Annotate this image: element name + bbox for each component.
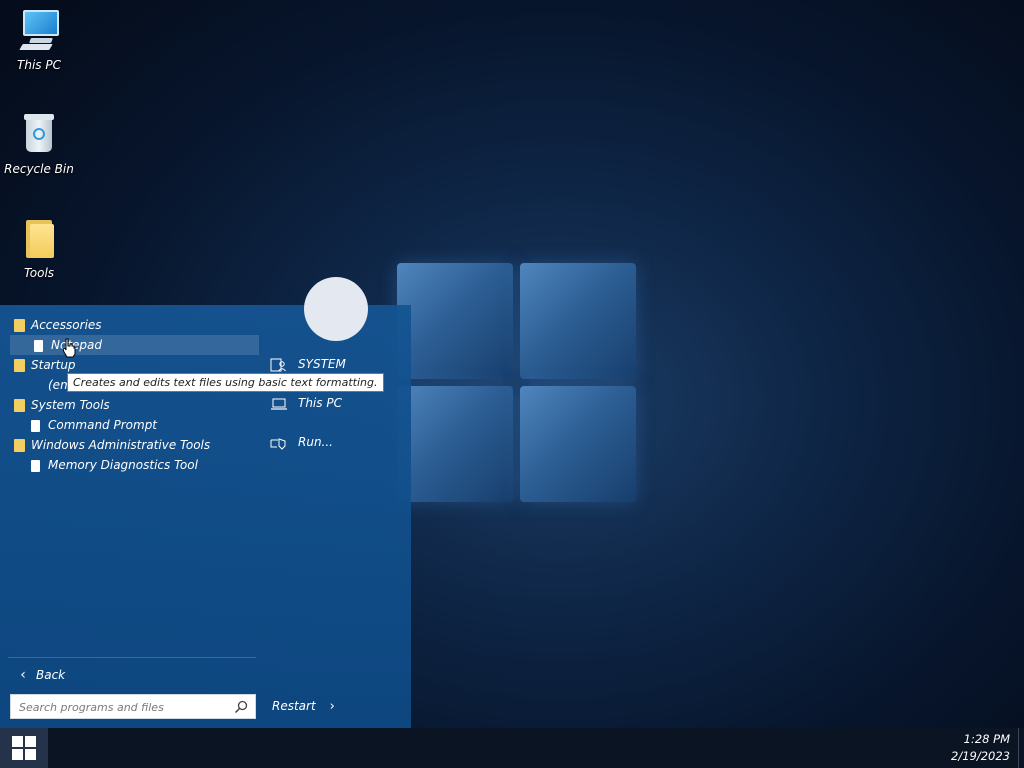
wallpaper-pane-top-left	[397, 263, 513, 379]
start-button[interactable]	[0, 728, 48, 768]
wallpaper-pane-bottom-right	[520, 386, 636, 502]
desktop-icon-recycle-bin[interactable]: Recycle Bin	[1, 112, 77, 176]
folder-icon	[14, 359, 25, 372]
chevron-left-icon: ‹	[20, 667, 26, 683]
program-label: Command Prompt	[48, 418, 158, 432]
back-button[interactable]: ‹ Back	[10, 664, 256, 686]
back-label: Back	[36, 668, 66, 682]
folder-icon	[14, 439, 25, 452]
clock-time: 1:28 PM	[963, 732, 1010, 746]
program-label: Memory Diagnostics Tool	[48, 458, 198, 472]
search-box[interactable]	[10, 694, 256, 719]
user-folder-icon	[270, 358, 286, 371]
hand-cursor-icon	[62, 338, 76, 358]
desktop-icon-this-pc[interactable]: This PC	[1, 8, 77, 72]
run-icon	[270, 437, 286, 450]
search-input[interactable]	[17, 697, 235, 718]
wallpaper-windows-logo	[397, 263, 637, 503]
file-icon	[31, 419, 40, 432]
file-icon	[31, 459, 40, 472]
start-menu-right-column: SYSTEM This PC Run... Restart ›	[262, 277, 411, 729]
right-item-this-pc[interactable]: This PC	[270, 392, 342, 414]
chevron-right-icon[interactable]: ›	[330, 699, 335, 714]
desktop-icon-label: This PC	[17, 58, 61, 72]
program-label: Windows Administrative Tools	[31, 438, 211, 452]
program-label: Accessories	[31, 318, 102, 332]
show-desktop-button[interactable]	[1018, 728, 1024, 768]
program-label: System Tools	[31, 398, 110, 412]
restart-button[interactable]: Restart ›	[272, 695, 335, 717]
right-item-label: This PC	[298, 396, 342, 410]
programs-list: Accessories Notepad Startup (empty) Syst…	[0, 305, 260, 655]
program-folder-accessories[interactable]: Accessories	[14, 315, 102, 335]
folder-icon	[14, 399, 25, 412]
menu-divider	[8, 657, 256, 658]
right-item-label: SYSTEM	[298, 357, 346, 371]
right-item-system[interactable]: SYSTEM	[270, 353, 346, 375]
wallpaper-pane-top-right	[520, 263, 636, 379]
laptop-icon	[271, 398, 287, 410]
windows-logo-icon	[12, 736, 36, 760]
recycle-bin-icon	[16, 112, 62, 158]
tooltip: Creates and edits text files using basic…	[67, 373, 384, 392]
program-label: Startup	[31, 358, 76, 372]
program-item-notepad[interactable]: Notepad	[10, 335, 259, 355]
folder-icon	[14, 319, 25, 332]
right-item-label: Run...	[298, 435, 333, 449]
folder-icon	[16, 216, 62, 262]
program-item-command-prompt[interactable]: Command Prompt	[31, 415, 157, 435]
taskbar-clock[interactable]: 1:28 PM 2/19/2023	[951, 731, 1010, 765]
right-item-run[interactable]: Run...	[270, 431, 333, 453]
restart-label: Restart	[272, 699, 316, 713]
program-folder-windows-administrative-tools[interactable]: Windows Administrative Tools	[14, 435, 210, 455]
computer-icon	[16, 8, 62, 54]
avatar[interactable]	[304, 277, 368, 341]
wallpaper-pane-bottom-left	[397, 386, 513, 502]
program-folder-system-tools[interactable]: System Tools	[14, 395, 110, 415]
program-label: Notepad	[51, 338, 102, 352]
clock-date: 2/19/2023	[951, 749, 1010, 763]
taskbar: 1:28 PM 2/19/2023	[0, 728, 1024, 768]
start-menu: Accessories Notepad Startup (empty) Syst…	[0, 277, 411, 729]
program-folder-startup[interactable]: Startup	[14, 355, 76, 375]
search-icon[interactable]	[234, 700, 248, 714]
file-icon	[34, 339, 43, 352]
desktop-icon-label: Tools	[23, 266, 55, 280]
desktop-icon-tools[interactable]: Tools	[1, 216, 77, 280]
program-item-memory-diagnostics-tool[interactable]: Memory Diagnostics Tool	[31, 455, 198, 475]
desktop-icon-label: Recycle Bin	[4, 162, 74, 176]
